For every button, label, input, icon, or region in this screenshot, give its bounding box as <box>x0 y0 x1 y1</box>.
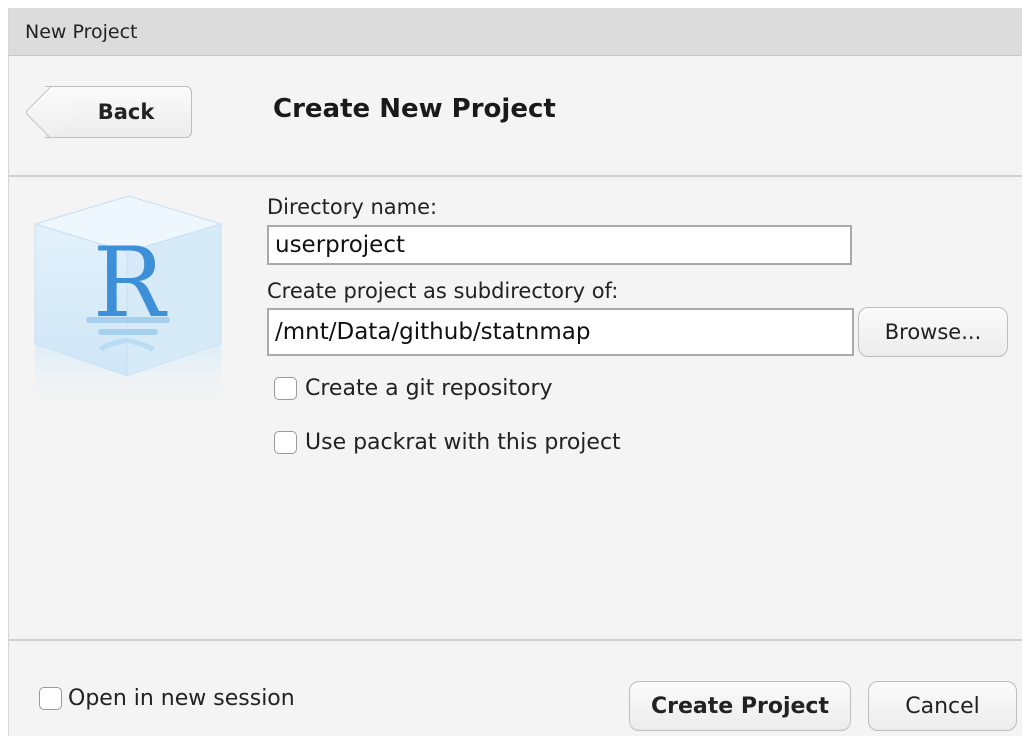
git-repo-label: Create a git repository <box>305 376 553 401</box>
back-button-label: Back <box>97 100 155 124</box>
page-title: Create New Project <box>273 94 556 124</box>
window-title: New Project <box>25 21 138 43</box>
git-repo-option[interactable]: Create a git repository <box>274 376 553 401</box>
packrat-label: Use packrat with this project <box>305 430 621 455</box>
create-project-button[interactable]: Create Project <box>629 681 851 731</box>
title-bar: New Project <box>9 8 1022 56</box>
browse-button[interactable]: Browse... <box>858 307 1008 357</box>
packrat-option[interactable]: Use packrat with this project <box>274 430 621 455</box>
footer-divider <box>9 639 1022 641</box>
git-repo-checkbox[interactable] <box>274 377 297 400</box>
new-session-option[interactable]: Open in new session <box>39 686 295 711</box>
new-project-dialog: New Project Back Create New Project R Di… <box>8 8 1022 736</box>
parent-directory-label: Create project as subdirectory of: <box>267 279 619 303</box>
header-divider <box>9 175 1022 177</box>
new-session-label: Open in new session <box>68 686 295 711</box>
directory-name-label: Directory name: <box>267 195 438 219</box>
directory-name-input[interactable] <box>267 225 852 265</box>
back-button[interactable]: Back <box>45 86 192 138</box>
cancel-button[interactable]: Cancel <box>868 681 1017 731</box>
r-cube-logo-icon: R <box>33 195 223 414</box>
parent-directory-input[interactable] <box>267 308 854 356</box>
packrat-checkbox[interactable] <box>274 431 297 454</box>
new-session-checkbox[interactable] <box>39 687 62 710</box>
